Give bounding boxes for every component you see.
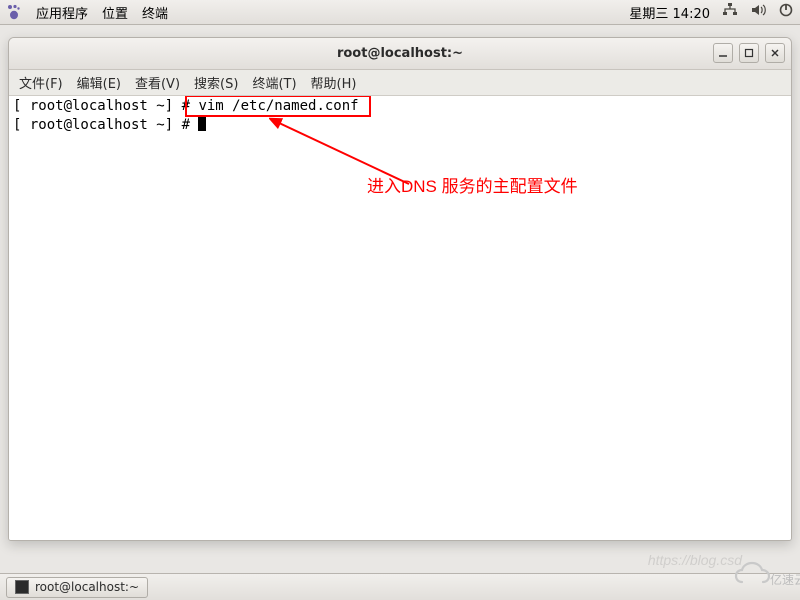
menu-search[interactable]: 搜索(S) <box>194 73 238 92</box>
menu-edit[interactable]: 编辑(E) <box>77 73 121 92</box>
window-title: root@localhost:~ <box>9 46 791 61</box>
gnome-bottom-panel: root@localhost:~ <box>0 573 800 600</box>
watermark-blog-url: https://blog.csd <box>648 552 742 568</box>
terminal-icon <box>15 580 29 594</box>
terminal-line-2: [ root@localhost ~] # <box>13 116 787 135</box>
menu-help[interactable]: 帮助(H) <box>311 73 357 92</box>
menu-view[interactable]: 查看(V) <box>135 73 180 92</box>
window-controls <box>713 43 785 63</box>
annotation-text: 进入DNS 服务的主配置文件 <box>367 176 578 197</box>
terminal-line-1: [ root@localhost ~] # vim /etc/named.con… <box>13 98 787 116</box>
taskbar-item-terminal[interactable]: root@localhost:~ <box>6 577 148 598</box>
gnome-top-panel: 应用程序 位置 终端 星期三 14:20 <box>0 0 800 25</box>
power-icon[interactable] <box>778 2 794 22</box>
window-minimize-button[interactable] <box>713 43 733 63</box>
panel-menu-places[interactable]: 位置 <box>102 3 128 22</box>
window-maximize-button[interactable] <box>739 43 759 63</box>
network-icon[interactable] <box>722 2 738 22</box>
gnome-foot-icon <box>6 4 22 20</box>
panel-clock[interactable]: 星期三 14:20 <box>629 3 710 22</box>
window-close-button[interactable] <box>765 43 785 63</box>
panel-menu-applications[interactable]: 应用程序 <box>36 3 88 22</box>
menubar: 文件(F) 编辑(E) 查看(V) 搜索(S) 终端(T) 帮助(H) <box>9 70 791 96</box>
volume-icon[interactable] <box>750 2 766 22</box>
menu-terminal[interactable]: 终端(T) <box>252 73 296 92</box>
panel-menu-terminal[interactable]: 终端 <box>142 3 168 22</box>
terminal-window: root@localhost:~ 文件(F) 编辑(E) 查看(V) 搜索(S)… <box>8 37 792 541</box>
terminal-command: vim /etc/named.conf <box>198 98 358 114</box>
taskbar-item-label: root@localhost:~ <box>35 580 139 594</box>
terminal-cursor <box>198 116 206 131</box>
menu-file[interactable]: 文件(F) <box>19 73 63 92</box>
window-titlebar[interactable]: root@localhost:~ <box>9 38 791 70</box>
terminal-area[interactable]: [ root@localhost ~] # vim /etc/named.con… <box>9 96 791 540</box>
